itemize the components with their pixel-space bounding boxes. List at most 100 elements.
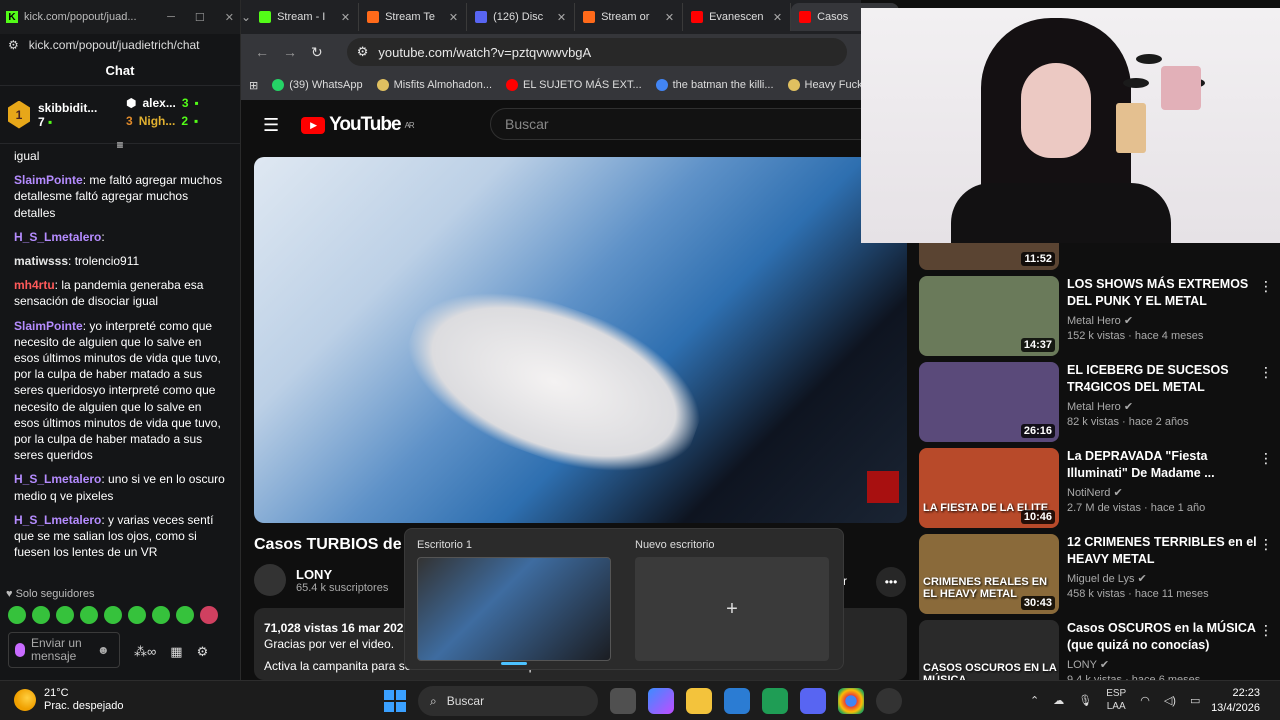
users-icon[interactable]: ⁂∞	[134, 644, 156, 660]
recommended-video[interactable]: LA FIESTA DE LA ELITE 10:46 La DEPRAVADA "…	[919, 448, 1279, 534]
recommended-video[interactable]: CRIMENES REALES EN EL HEAVY METAL 30:43 12…	[919, 534, 1279, 620]
emote-icon[interactable]	[32, 606, 50, 624]
tab-close-icon[interactable]: ✕	[773, 11, 782, 24]
collapse-icon[interactable]: ≡	[0, 138, 240, 152]
chevron-up-icon[interactable]: ⌃	[1030, 694, 1039, 707]
chat-input[interactable]: Enviar un mensaje ☻	[8, 632, 120, 668]
minimize-icon[interactable]: ─	[167, 11, 175, 24]
search-input[interactable]: Buscar	[490, 108, 870, 140]
chat-username[interactable]: SlaimPointe	[14, 173, 83, 187]
video-thumbnail[interactable]: CASOS OSCUROS EN LA MÚSICA	[919, 620, 1059, 680]
maximize-icon[interactable]: ☐	[195, 11, 205, 24]
chat-username[interactable]: H_S_Lmetalero	[14, 472, 101, 486]
store-icon[interactable]: ▦	[170, 644, 182, 660]
emote-icon[interactable]	[104, 606, 122, 624]
mic-tray-icon[interactable]: 🎙	[1078, 694, 1092, 707]
bookmark-item[interactable]: (39) WhatsApp	[272, 79, 363, 91]
video-thumbnail[interactable]: LA FIESTA DE LA ELITE 10:46	[919, 448, 1059, 528]
video-thumbnail[interactable]: 14:37	[919, 276, 1059, 356]
tab-close-icon[interactable]: ✕	[449, 11, 458, 24]
recommended-title[interactable]: EL ICEBERG DE SUCESOS TR4GICOS DEL METAL	[1067, 362, 1259, 396]
copilot-icon[interactable]	[648, 688, 674, 714]
forward-icon[interactable]: →	[283, 44, 297, 60]
tab-search-icon[interactable]: ⌄	[241, 10, 251, 24]
recommended-video[interactable]: 14:37 LOS SHOWS MÁS EXTREMOS DEL PUNK Y E…	[919, 276, 1279, 362]
recommended-channel[interactable]: Miguel de Lys	[1067, 573, 1134, 585]
task-view-icon[interactable]	[610, 688, 636, 714]
volume-icon[interactable]: ◁)	[1164, 694, 1176, 707]
browser-tab[interactable]: Evanescen ✕	[683, 3, 792, 31]
channel-info[interactable]: LONY 65.4 k suscriptores	[254, 564, 388, 596]
bookmark-item[interactable]: EL SUJETO MÁS EXT...	[506, 79, 642, 91]
emote-icon[interactable]	[56, 606, 74, 624]
chat-username[interactable]: H_S_Lmetalero	[14, 230, 101, 244]
emote-icon[interactable]	[128, 606, 146, 624]
menu-icon[interactable]: ☰	[263, 115, 279, 136]
emote-icon[interactable]	[8, 606, 26, 624]
bookmark-item[interactable]: the batman the killi...	[655, 79, 774, 91]
browser-tab[interactable]: Stream or ✕	[575, 3, 684, 31]
more-actions-button[interactable]: •••	[876, 567, 906, 597]
channel-name[interactable]: LONY	[296, 567, 388, 582]
site-settings-icon[interactable]: ⚙	[8, 38, 19, 52]
kick-urlbar[interactable]: ⚙ kick.com/popout/juadietrich/chat	[0, 34, 240, 56]
reload-icon[interactable]: ↻	[311, 44, 323, 61]
file-explorer-icon[interactable]	[686, 688, 712, 714]
apps-icon[interactable]: ⊞	[249, 79, 258, 92]
discord-icon[interactable]	[800, 688, 826, 714]
leader-first[interactable]: 1 skibbidit... 7 ▪	[8, 92, 118, 137]
more-options-icon[interactable]: ⋮	[1259, 364, 1273, 381]
emote-icon[interactable]	[200, 606, 218, 624]
network-tray-icon[interactable]: ☁	[1053, 694, 1064, 707]
back-icon[interactable]: ←	[255, 44, 269, 60]
recommended-title[interactable]: 12 CRIMENES TERRIBLES en el HEAVY METAL	[1067, 534, 1259, 568]
battery-icon[interactable]: ▭	[1190, 694, 1200, 707]
video-thumbnail[interactable]: 11:52	[919, 240, 1059, 270]
youtube-logo[interactable]: ▶ YouTube AR	[301, 114, 415, 136]
recommended-video[interactable]: CASOS OSCUROS EN LA MÚSICA Casos OSCUROS …	[919, 620, 1279, 680]
kick-url[interactable]: kick.com/popout/juadietrich/chat	[29, 38, 200, 52]
chat-username[interactable]: matiwsss	[14, 254, 68, 268]
chrome-icon[interactable]	[838, 688, 864, 714]
leader-third[interactable]: 3 Nigh... 2 ▪	[126, 114, 199, 128]
mic-icon[interactable]	[15, 643, 25, 657]
channel-avatar[interactable]	[254, 564, 286, 596]
desktop-1-thumbnail[interactable]	[417, 557, 611, 661]
word-icon[interactable]	[724, 688, 750, 714]
address-bar[interactable]: ⚙ youtube.com/watch?v=pztqvwwvbgA	[346, 38, 847, 66]
recommended-channel[interactable]: Metal Hero	[1067, 315, 1121, 327]
tab-close-icon[interactable]: ✕	[557, 11, 566, 24]
site-info-icon[interactable]: ⚙	[357, 44, 369, 60]
recommended-title[interactable]: La DEPRAVADA "Fiesta Illuminati" De Mada…	[1067, 448, 1259, 482]
recommended-channel[interactable]: NotiNerd	[1067, 487, 1110, 499]
more-options-icon[interactable]: ⋮	[1259, 450, 1273, 467]
language-indicator[interactable]: ESP LAA	[1106, 687, 1126, 713]
recommended-channel[interactable]: Metal Hero	[1067, 401, 1121, 413]
recommended-title[interactable]: Casos OSCUROS en la MÚSICA (que quizá no…	[1067, 620, 1259, 654]
tab-close-icon[interactable]: ✕	[665, 11, 674, 24]
recommended-channel[interactable]: LONY	[1067, 659, 1097, 671]
taskbar-search[interactable]: ⌕ Buscar	[418, 686, 598, 716]
browser-tab[interactable]: (126) Disc ✕	[467, 3, 576, 31]
chat-username[interactable]: SlaimPointe	[14, 319, 83, 333]
emote-icon[interactable]	[152, 606, 170, 624]
emote-icon[interactable]	[176, 606, 194, 624]
recommended-video[interactable]: 11:52	[919, 240, 1279, 276]
video-player[interactable]	[254, 157, 907, 523]
obs-icon[interactable]	[876, 688, 902, 714]
chat-username[interactable]: H_S_Lmetalero	[14, 513, 101, 527]
start-icon[interactable]	[384, 690, 406, 712]
address-url[interactable]: youtube.com/watch?v=pztqvwwvbgA	[378, 45, 591, 60]
leader-second[interactable]: ⬢ alex... 3 ▪	[126, 96, 199, 110]
more-options-icon[interactable]: ⋮	[1259, 622, 1273, 639]
close-icon[interactable]: ✕	[225, 11, 234, 24]
browser-tab[interactable]: Stream - I ✕	[251, 3, 360, 31]
emote-icon[interactable]	[80, 606, 98, 624]
more-options-icon[interactable]: ⋮	[1259, 278, 1273, 295]
emoji-icon[interactable]: ☻	[97, 643, 110, 657]
tab-close-icon[interactable]: ✕	[341, 11, 350, 24]
bookmark-item[interactable]: Misfits Almohadon...	[376, 79, 492, 91]
excel-icon[interactable]	[762, 688, 788, 714]
settings-icon[interactable]: ⚙	[197, 644, 209, 660]
browser-tab[interactable]: Stream Te ✕	[359, 3, 468, 31]
